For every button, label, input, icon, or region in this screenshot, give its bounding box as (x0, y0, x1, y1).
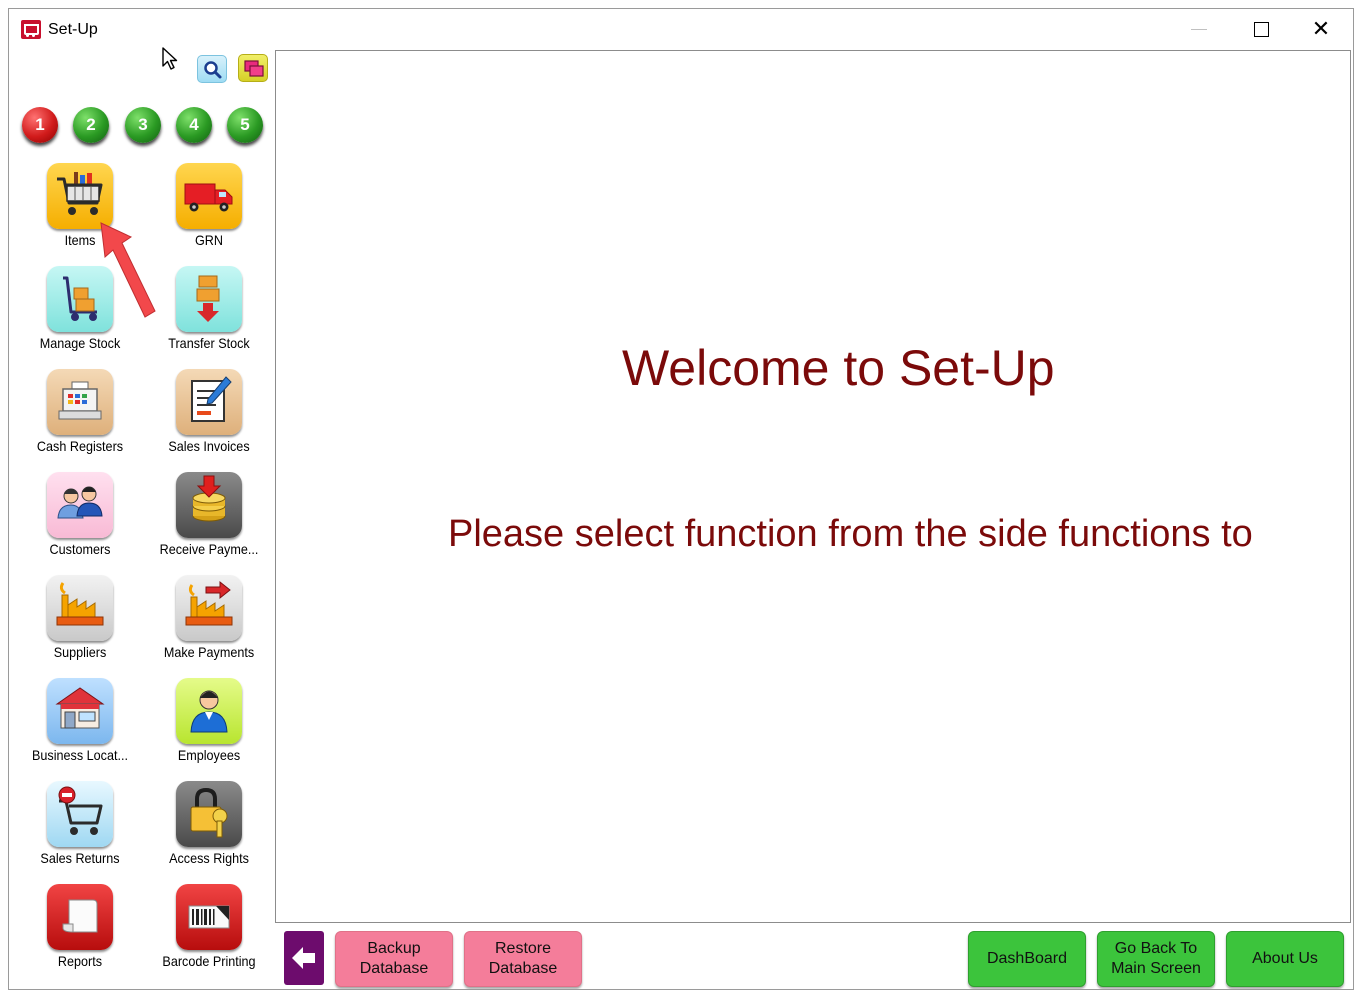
cascade-windows-icon (244, 60, 264, 77)
tile-receive-payments[interactable]: Receive Payme... (145, 472, 273, 575)
backup-database-button[interactable]: Backup Database (335, 931, 453, 987)
tile-cash-registers-label: Cash Registers (36, 438, 124, 454)
search-icon (204, 61, 222, 79)
tile-sales-invoices-label: Sales Invoices (168, 438, 250, 454)
tile-sales-returns-label: Sales Returns (40, 850, 120, 866)
tile-reports-label: Reports (57, 953, 103, 969)
tile-customers[interactable]: Customers (16, 472, 144, 575)
factory-arrow-icon (176, 575, 242, 641)
restore-database-button[interactable]: Restore Database (464, 931, 582, 987)
tile-make-payments[interactable]: Make Payments (145, 575, 273, 678)
tile-transfer-stock-label: Transfer Stock (168, 335, 250, 351)
factory-icon (47, 575, 113, 641)
search-button[interactable] (197, 55, 227, 83)
tile-suppliers[interactable]: Suppliers (16, 575, 144, 678)
tile-customers-label: Customers (49, 541, 111, 557)
tile-reports[interactable]: Reports (16, 884, 144, 987)
page-5-button[interactable]: 5 (227, 107, 263, 143)
tile-business-locations-label: Business Locat... (32, 747, 128, 763)
dashboard-button[interactable]: DashBoard (968, 931, 1086, 987)
cart-app-icon (21, 20, 41, 39)
scroll-icon (47, 884, 113, 950)
tile-make-payments-label: Make Payments (163, 644, 255, 660)
mouse-cursor-icon (162, 47, 178, 70)
tile-cash-registers[interactable]: Cash Registers (16, 369, 144, 472)
go-back-main-screen-button[interactable]: Go Back To Main Screen (1097, 931, 1215, 987)
page-3-button[interactable]: 3 (125, 107, 161, 143)
delivery-truck-icon (176, 163, 242, 229)
cart-minus-icon (47, 781, 113, 847)
boxes-transfer-icon (176, 266, 242, 332)
title-bar: Set-Up ✕ (9, 9, 1353, 49)
tile-access-rights-label: Access Rights (169, 850, 249, 866)
lock-key-icon (176, 781, 242, 847)
person-icon (176, 678, 242, 744)
maximize-button[interactable] (1231, 9, 1291, 49)
cash-register-icon (47, 369, 113, 435)
close-button[interactable]: ✕ (1291, 9, 1351, 49)
page-1-button[interactable]: 1 (22, 107, 58, 143)
instruction-text: Please select function from the side fun… (448, 513, 1253, 555)
tile-barcode-printing-label: Barcode Printing (162, 953, 256, 969)
tile-receive-payments-label: Receive Payme... (159, 541, 259, 557)
invoice-pen-icon (176, 369, 242, 435)
tile-barcode-printing[interactable]: Barcode Printing (145, 884, 273, 987)
minimize-button[interactable] (1169, 9, 1229, 49)
coins-down-icon (176, 472, 242, 538)
tile-employees[interactable]: Employees (145, 678, 273, 781)
tile-business-locations[interactable]: Business Locat... (16, 678, 144, 781)
tile-sales-invoices[interactable]: Sales Invoices (145, 369, 273, 472)
welcome-heading: Welcome to Set-Up (622, 340, 1055, 396)
tile-employees-label: Employees (177, 747, 241, 763)
arrow-left-icon (292, 947, 315, 969)
tile-suppliers-label: Suppliers (53, 644, 107, 660)
back-button[interactable] (284, 931, 324, 985)
tile-sales-returns[interactable]: Sales Returns (16, 781, 144, 884)
page-2-button[interactable]: 2 (73, 107, 109, 143)
page-4-button[interactable]: 4 (176, 107, 212, 143)
setup-window: Set-Up ✕ 1 2 3 4 5 Items GRN Manage Stoc… (8, 8, 1354, 990)
people-icon (47, 472, 113, 538)
main-content-panel: Welcome to Set-Up Please select function… (275, 50, 1351, 923)
tile-access-rights[interactable]: Access Rights (145, 781, 273, 884)
barcode-icon (176, 884, 242, 950)
about-us-button[interactable]: About Us (1226, 931, 1344, 987)
windows-button[interactable] (238, 54, 268, 82)
tile-manage-stock-label: Manage Stock (39, 335, 121, 351)
store-icon (47, 678, 113, 744)
red-annotation-arrow-icon (100, 222, 156, 318)
window-title: Set-Up (48, 21, 98, 38)
